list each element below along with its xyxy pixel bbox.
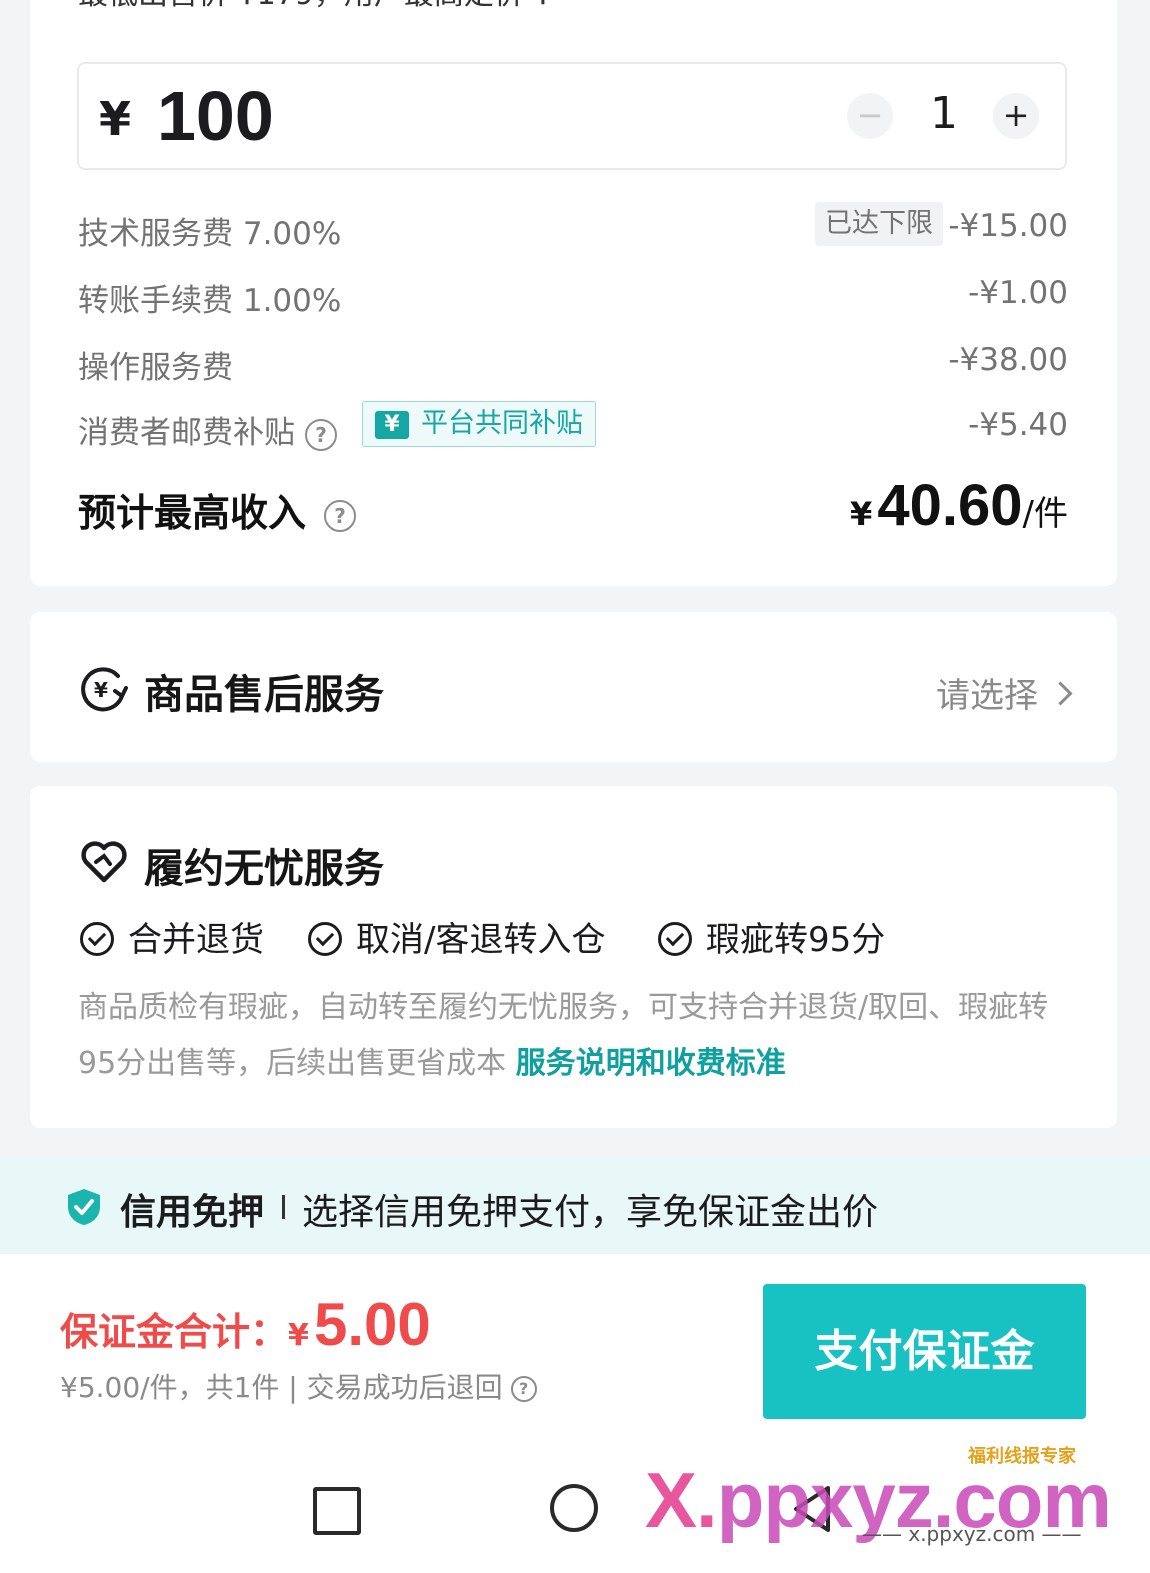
quantity-value[interactable]: 1 <box>919 88 969 139</box>
fee-row-postage-subsidy: 消费者邮费补贴? ¥ 平台共同补贴 -¥5.40 <box>78 401 1068 452</box>
heart-icon <box>81 841 127 883</box>
credit-text: 选择信用免押支付，享免保证金出价 <box>302 1192 879 1233</box>
deposit-total: 保证金合计：¥ 5.00 <box>60 1290 431 1359</box>
price-input[interactable]: 100 <box>157 76 274 156</box>
worryfree-service-card: 履约无忧服务 合并退货 取消/客退转入仓 瑕疵转95分 商品质检有瑕疵，自动转至… <box>30 786 1117 1128</box>
service-terms-link[interactable]: 服务说明和收费标准 <box>516 1046 786 1081</box>
price-hint-text: 最低出售价 ¥179，用户最高定价 ¥ <box>78 0 553 10</box>
chevron-right-icon <box>1048 681 1073 706</box>
fee-label: 转账手续费 1.00% <box>78 283 342 319</box>
fee-value: -¥15.00 <box>948 208 1068 244</box>
feature-item: 合并退货 <box>80 912 264 961</box>
feature-item: 取消/客退转入仓 <box>308 912 605 961</box>
fee-value: -¥38.00 <box>948 342 1068 378</box>
income-amount: 40.60 <box>877 473 1023 538</box>
deposit-currency: ¥ <box>288 1318 309 1353</box>
help-icon[interactable]: ? <box>510 1376 537 1402</box>
select-text: 请选择 <box>936 676 1038 716</box>
deposit-note: ¥5.00/件，共1件 | 交易成功后退回? <box>60 1366 537 1406</box>
worryfree-description: 商品质检有瑕疵，自动转至履约无忧服务，可支持合并退货/取回、瑕疵转95分出售等，… <box>78 980 1078 1092</box>
check-circle-icon <box>80 921 114 956</box>
quantity-increase-button[interactable]: + <box>993 93 1039 139</box>
watermark-url: —— x.ppxyz.com —— <box>862 1522 1082 1546</box>
income-currency: ¥ <box>850 495 873 533</box>
deposit-note-text: ¥5.00/件，共1件 | 交易成功后退回 <box>60 1371 503 1404</box>
feature-text: 取消/客退转入仓 <box>356 920 606 960</box>
deposit-amount: 5.00 <box>313 1291 431 1358</box>
divider <box>282 1195 285 1219</box>
fee-row-transfer: 转账手续费 1.00% -¥1.00 <box>78 269 1068 319</box>
check-circle-icon <box>658 921 692 956</box>
feature-item: 瑕疵转95分 <box>658 912 885 961</box>
quantity-decrease-button[interactable]: − <box>847 93 893 139</box>
feature-text: 瑕疵转95分 <box>706 920 886 960</box>
yen-refresh-icon: ¥ <box>81 667 128 712</box>
estimated-income-row: 预计最高收入? ¥ 40.60/件 <box>78 472 1068 542</box>
fee-row-operation: 操作服务费 -¥38.00 <box>78 336 1068 386</box>
income-label-text: 预计最高收入 <box>78 491 307 535</box>
svg-text:¥: ¥ <box>94 678 108 702</box>
fee-value: -¥1.00 <box>968 275 1068 311</box>
fee-label-text: 消费者邮费补贴 <box>78 415 295 451</box>
platform-subsidy-tag: ¥ 平台共同补贴 <box>362 401 596 447</box>
check-circle-icon <box>308 921 342 956</box>
price-input-box[interactable]: ¥ 100 − 1 + <box>77 62 1067 170</box>
yen-icon: ¥ <box>375 410 409 439</box>
worryfree-title: 履约无忧服务 <box>144 846 384 892</box>
fee-row-tech-service: 技术服务费 7.00% 已达下限 -¥15.00 <box>78 202 1068 252</box>
help-icon[interactable]: ? <box>324 499 357 532</box>
shield-check-icon <box>68 1189 100 1225</box>
aftersale-title: 商品售后服务 <box>144 672 384 718</box>
limit-reached-badge: 已达下限 <box>815 202 943 246</box>
credit-title: 信用免押 <box>120 1192 265 1233</box>
aftersale-service-row[interactable]: ¥ 商品售后服务 请选择 <box>30 612 1117 762</box>
pay-deposit-button[interactable]: 支付保证金 <box>763 1284 1086 1419</box>
deposit-label: 保证金合计： <box>60 1310 289 1354</box>
income-unit: /件 <box>1022 494 1068 534</box>
subsidy-tag-text: 平台共同补贴 <box>421 408 583 439</box>
fee-label: 操作服务费 <box>78 350 233 386</box>
recent-apps-button[interactable] <box>313 1487 361 1535</box>
watermark-logo-x: X. <box>645 1456 718 1544</box>
income-label: 预计最高收入? <box>78 482 357 537</box>
fee-label: 技术服务费 7.00% <box>78 216 342 252</box>
fee-value: -¥5.40 <box>968 407 1068 443</box>
income-value: ¥ 40.60/件 <box>850 472 1068 539</box>
home-button[interactable] <box>550 1484 598 1532</box>
feature-text: 合并退货 <box>128 920 264 960</box>
credit-free-deposit-banner[interactable]: 信用免押 选择信用免押支付，享免保证金出价 <box>0 1157 1150 1254</box>
fee-label: 消费者邮费补贴? <box>78 407 337 452</box>
deposit-pay-bar: 保证金合计：¥ 5.00 ¥5.00/件，共1件 | 交易成功后退回? 支付保证… <box>0 1254 1150 1444</box>
price-currency: ¥ <box>99 92 132 146</box>
help-icon[interactable]: ? <box>305 418 337 451</box>
aftersale-select[interactable]: 请选择 <box>936 668 1073 717</box>
price-card: 最低出售价 ¥179，用户最高定价 ¥ ¥ 100 − 1 + 技术服务费 7.… <box>30 0 1117 586</box>
